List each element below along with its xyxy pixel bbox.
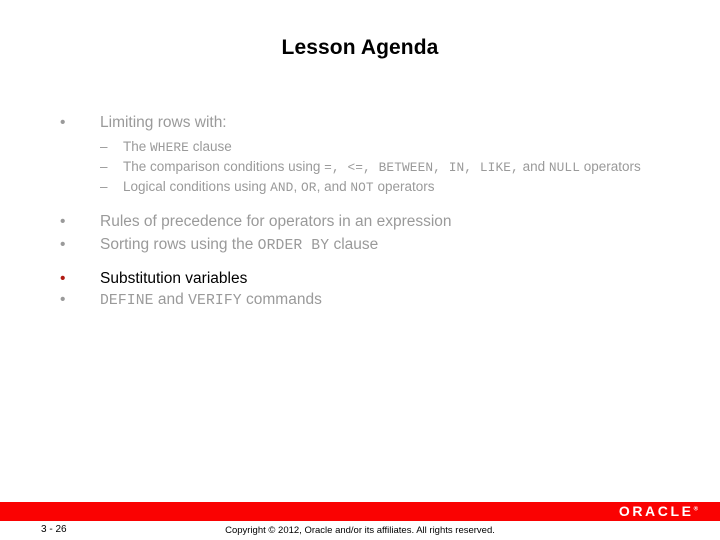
agenda-item-sorting-rows[interactable]: • Sorting rows using the ORDER BY clause (54, 234, 694, 257)
text-run: operators (580, 159, 641, 174)
agenda-item-label: Substitution variables (100, 270, 247, 287)
copyright-notice: Copyright © 2012, Oracle and/or its affi… (225, 525, 495, 536)
text-run: and (518, 159, 549, 174)
text-run: and (153, 291, 189, 308)
text-run: The (123, 139, 151, 154)
dash-marker-icon: – (100, 159, 108, 174)
text-run: clause (329, 236, 379, 253)
text-run: commands (241, 291, 322, 308)
code-token: WHERE (150, 140, 189, 155)
text-run: Sorting rows using the (100, 236, 258, 253)
code-token: OR (301, 180, 317, 195)
agenda-subitem-logical-conditions[interactable]: – Logical conditions using AND, OR, and … (100, 177, 694, 197)
agenda-item-rules-of-precedence[interactable]: • Rules of precedence for operators in a… (54, 211, 694, 232)
dash-marker-icon: – (100, 179, 108, 194)
text-run: , and (316, 179, 351, 194)
agenda-subitem-label: The comparison conditions using =, <=, B… (123, 159, 641, 175)
code-token: DEFINE (100, 293, 154, 309)
dash-marker-icon: – (100, 139, 108, 154)
code-token: NOT (350, 180, 374, 195)
bullet-marker-icon: • (60, 270, 66, 287)
agenda-subitem-where-clause[interactable]: – The WHERE clause (100, 137, 694, 157)
text-run: clause (188, 139, 232, 154)
agenda-subitem-label: The WHERE clause (123, 139, 232, 155)
code-token: AND (270, 180, 294, 195)
agenda-subitem-comparison-conditions[interactable]: – The comparison conditions using =, <=,… (100, 157, 694, 177)
agenda-sublist-limiting-rows: – The WHERE clause – The comparison cond… (54, 137, 694, 197)
text-run: , (293, 179, 301, 194)
agenda-item-substitution-variables[interactable]: • Substitution variables (54, 268, 694, 289)
agenda-list: • Limiting rows with: – The WHERE clause… (54, 112, 694, 314)
text-run: Rules of precedence for operators in an … (100, 213, 452, 230)
agenda-spacer (54, 259, 694, 268)
agenda-item-limiting-rows[interactable]: • Limiting rows with: (54, 112, 694, 133)
bullet-marker-icon: • (60, 114, 66, 131)
text-run: Logical conditions using (123, 179, 271, 194)
oracle-logo: ORACLE® (619, 503, 698, 519)
code-token: =, <=, BETWEEN, IN, LIKE, (324, 160, 519, 175)
agenda-item-define-verify-commands[interactable]: • DEFINE and VERIFY commands (54, 289, 694, 312)
agenda-item-label: Rules of precedence for operators in an … (100, 213, 452, 230)
page-title: Lesson Agenda (281, 36, 439, 59)
agenda-item-label: DEFINE and VERIFY commands (100, 291, 322, 309)
text-run: operators (373, 179, 435, 194)
agenda-item-label: Sorting rows using the ORDER BY clause (100, 236, 379, 254)
code-token: ORDER BY (257, 238, 330, 254)
text-run: Substitution variables (100, 270, 248, 287)
bullet-marker-icon: • (60, 236, 66, 253)
oracle-logo-text: ORACLE (618, 503, 694, 519)
agenda-spacer (54, 197, 694, 211)
registered-trademark-icon: ® (693, 506, 698, 513)
agenda-item-label: Limiting rows with: (100, 114, 227, 131)
slide-canvas: Lesson Agenda • Limiting rows with: – Th… (0, 0, 720, 540)
code-token: VERIFY (188, 293, 242, 309)
footer-red-bar (0, 502, 720, 521)
bullet-marker-icon: • (60, 213, 66, 230)
text-run: The comparison conditions using (123, 159, 325, 174)
code-token: NULL (548, 160, 581, 175)
agenda-subitem-label: Logical conditions using AND, OR, and NO… (123, 179, 435, 195)
bullet-marker-icon: • (60, 291, 66, 308)
